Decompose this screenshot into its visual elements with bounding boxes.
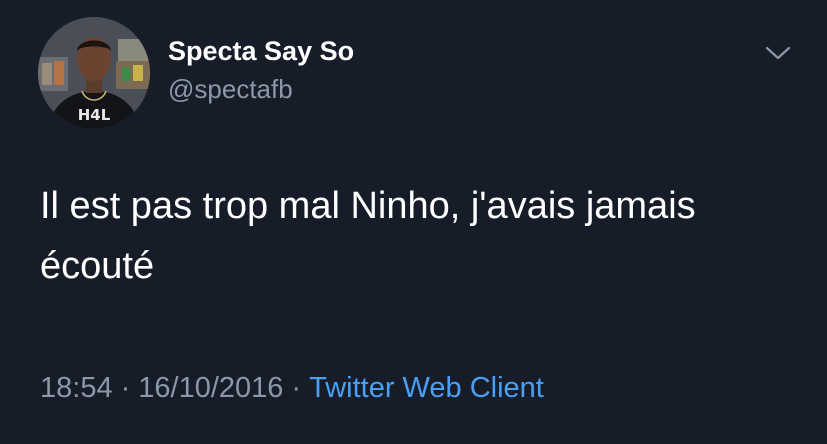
avatar-image: H4L <box>38 17 150 129</box>
author-handle[interactable]: @spectafb <box>168 74 293 105</box>
avatar-badge-text: H4L <box>78 106 111 124</box>
avatar[interactable]: H4L <box>38 17 150 129</box>
meta-separator: · <box>291 372 302 404</box>
tweet-meta: 18:54 · 16/10/2016 · Twitter Web Client <box>40 372 544 405</box>
tweet-text: Il est pas trop mal Ninho, j'avais jamai… <box>40 185 696 287</box>
tweet-source-link[interactable]: Twitter Web Client <box>309 372 544 404</box>
tweet-date[interactable]: 16/10/2016 <box>138 372 283 404</box>
meta-separator: · <box>120 372 131 404</box>
tweet-card: H4L Specta Say So @spectafb Il est pas t… <box>0 0 827 444</box>
author-display-name[interactable]: Specta Say So <box>168 36 354 67</box>
tweet-time[interactable]: 18:54 <box>40 372 113 404</box>
chevron-down-icon[interactable] <box>763 42 793 64</box>
